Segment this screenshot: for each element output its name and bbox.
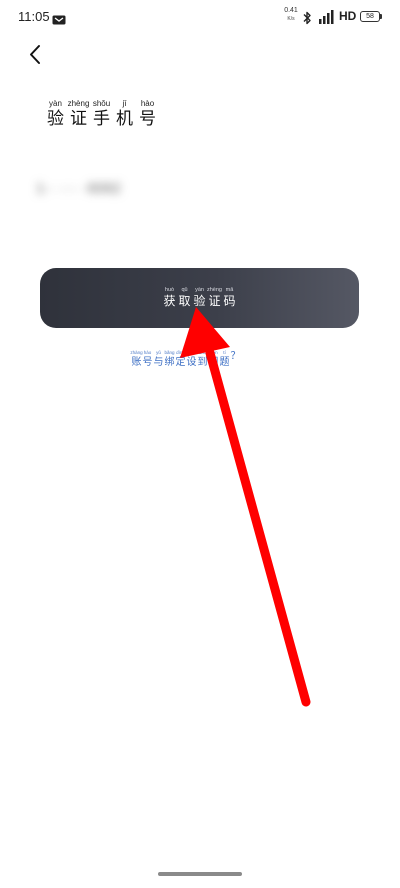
link-char: dào 到 bbox=[197, 350, 208, 368]
title-char: hào 号 bbox=[139, 99, 156, 129]
network-speed-unit: K/s bbox=[287, 16, 295, 22]
masked-phone-number: 1·· ···· ·6062 bbox=[36, 180, 122, 197]
network-speed: 0.41 K/s bbox=[282, 7, 300, 25]
link-char: wèn 问 bbox=[208, 350, 219, 368]
link-char: zhàng 账 bbox=[130, 350, 143, 368]
button-char: huò 获 bbox=[163, 287, 176, 308]
status-bar: 11:05 0.41 K/s HD 58 bbox=[0, 0, 400, 34]
bluetooth-icon bbox=[302, 10, 312, 25]
battery-icon: 58 bbox=[360, 11, 380, 22]
title-char: jī 机 bbox=[116, 99, 133, 129]
link-char: yǔ 与 bbox=[153, 350, 164, 368]
button-label: huò 获 qǔ 取 yàn 验 zhèng 证 mǎ 码 bbox=[162, 287, 237, 309]
signal-icon bbox=[318, 9, 336, 24]
link-char: ？ bbox=[230, 351, 241, 362]
get-verification-code-button[interactable]: huò 获 qǔ 取 yàn 验 zhèng 证 mǎ 码 bbox=[40, 268, 359, 328]
link-char: tí 题 bbox=[219, 350, 230, 368]
network-speed-value: 0.41 bbox=[284, 7, 298, 14]
button-char: zhèng 证 bbox=[207, 287, 222, 308]
title-char: yàn 验 bbox=[47, 99, 64, 129]
page-title: yàn 验 zhèng 证 shǒu 手 jī 机 hào 号 bbox=[44, 99, 159, 130]
battery-cap bbox=[380, 14, 382, 19]
phone-number-display: 1·· ···· ·6062 bbox=[36, 178, 132, 204]
back-button[interactable] bbox=[22, 40, 48, 70]
account-help-link[interactable]: zhàng 账 hào 号 yǔ 与 bǎng 绑 dìng 定 shè 设 dào 到 wè… bbox=[130, 350, 241, 369]
chevron-left-icon bbox=[30, 45, 40, 64]
button-char: yàn 验 bbox=[193, 287, 206, 308]
button-char: qǔ 取 bbox=[178, 287, 191, 308]
link-char: dìng 定 bbox=[175, 350, 186, 368]
title-char: zhèng 证 bbox=[67, 99, 90, 129]
link-char: hào 号 bbox=[142, 350, 153, 368]
notification-app-icon bbox=[52, 11, 66, 25]
status-time: 11:05 bbox=[18, 9, 50, 24]
network-type: HD bbox=[339, 9, 357, 23]
red-arrow-annotation-icon bbox=[180, 307, 311, 707]
home-indicator[interactable] bbox=[158, 872, 242, 876]
link-char: shè 设 bbox=[186, 350, 197, 368]
link-char: bǎng 绑 bbox=[164, 350, 175, 368]
button-char: mǎ 码 bbox=[223, 287, 236, 308]
title-char: shǒu 手 bbox=[92, 99, 111, 129]
